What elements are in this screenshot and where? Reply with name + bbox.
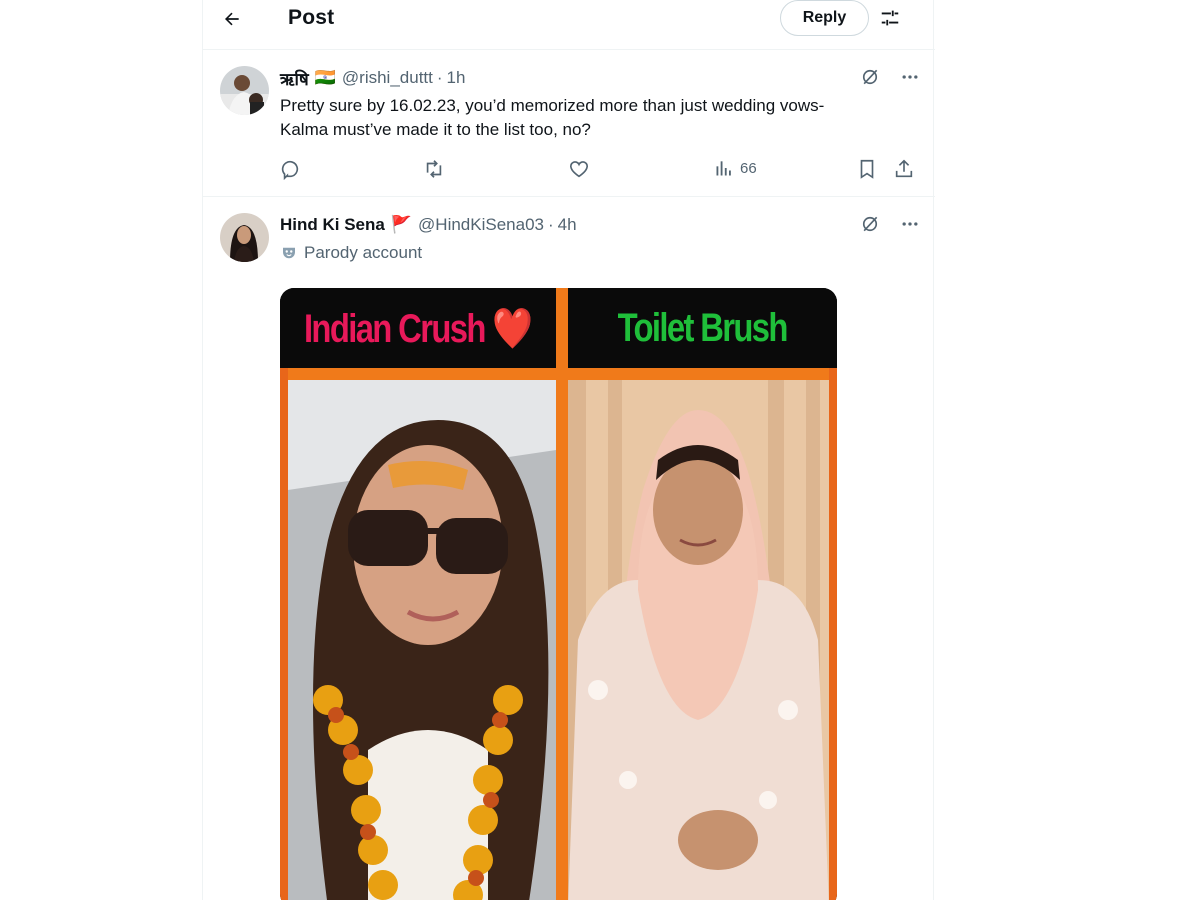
media-label-right: Toilet Brush: [568, 288, 837, 368]
grok-button[interactable]: [859, 213, 881, 235]
separator-dot: ·: [436, 68, 443, 87]
tweet[interactable]: ऋषि 🇮🇳 @rishi_duttt · 1h Pretty sure by …: [203, 52, 935, 197]
more-icon: [902, 75, 918, 79]
handle[interactable]: @HindKiSena03: [418, 215, 544, 235]
grok-icon: [862, 216, 878, 232]
views-action[interactable]: 66: [714, 158, 757, 178]
post-column: Post Reply ऋषि 🇮🇳 @rishi_duttt · 1h Pret…: [202, 0, 935, 900]
avatar[interactable]: [220, 213, 269, 262]
tweet[interactable]: Hind Ki Sena 🚩 @HindKiSena03 · 4h Parody…: [203, 199, 935, 900]
handle[interactable]: @rishi_duttt: [342, 68, 433, 88]
reply-icon: [281, 160, 299, 180]
views-count: 66: [740, 159, 757, 177]
more-button[interactable]: [899, 213, 921, 235]
like-icon: [569, 161, 589, 178]
share-action[interactable]: [893, 158, 915, 180]
timestamp[interactable]: 1h: [447, 68, 466, 88]
bookmark-action[interactable]: [856, 158, 878, 180]
display-name[interactable]: Hind Ki Sena: [280, 215, 385, 235]
back-arrow-icon: [225, 12, 239, 26]
like-action[interactable]: [568, 158, 590, 180]
right-label-text: Toilet Brush: [617, 305, 789, 350]
post-header: Post Reply: [203, 0, 935, 50]
views-icon: [716, 161, 731, 176]
tweet-text-line: Kalma must’ve made it to the list too, n…: [280, 120, 591, 139]
grok-button[interactable]: [859, 66, 881, 88]
more-button[interactable]: [899, 66, 921, 88]
parody-mask-icon: [283, 247, 295, 259]
tweet-text-line: Pretty sure by 16.02.23, you’d memorized…: [280, 96, 825, 115]
tweet-actions: 66: [280, 156, 920, 184]
flag-emoji: 🇮🇳: [314, 68, 336, 87]
grok-icon: [862, 69, 878, 85]
retweet-action[interactable]: [423, 158, 445, 180]
photo-right: [568, 380, 829, 900]
tweet-text: Pretty sure by 16.02.23, you’d memorized…: [280, 94, 900, 142]
filter-icon: [881, 10, 899, 26]
tweet-media[interactable]: Indian Crush ❤️ Toilet Brush: [280, 288, 837, 900]
frame-border: [280, 368, 288, 900]
share-icon: [895, 159, 913, 178]
separator-dot: ·: [547, 215, 554, 234]
left-label-text: Indian Crush ❤️: [304, 306, 533, 351]
tweet-meta: ऋषि 🇮🇳 @rishi_duttt · 1h: [280, 66, 921, 90]
parody-label[interactable]: Parody account: [280, 243, 422, 263]
media-label-left: Indian Crush ❤️: [280, 288, 556, 368]
more-icon: [902, 222, 918, 226]
display-name[interactable]: ऋषि: [280, 67, 309, 90]
photo-left: [288, 380, 556, 900]
bookmark-icon: [860, 159, 874, 179]
page-title: Post: [288, 6, 335, 29]
reply-button[interactable]: Reply: [780, 0, 869, 36]
frame-border: [829, 368, 837, 900]
avatar[interactable]: [220, 66, 269, 115]
filter-button[interactable]: [876, 4, 904, 32]
flag-emoji: 🚩: [390, 215, 413, 234]
tweet-meta: Hind Ki Sena 🚩 @HindKiSena03 · 4h: [280, 213, 921, 237]
parody-text: Parody account: [304, 243, 423, 262]
frame-divider: [280, 368, 837, 380]
back-button[interactable]: [217, 4, 247, 34]
reply-action[interactable]: [280, 158, 302, 180]
timestamp[interactable]: 4h: [558, 215, 577, 235]
retweet-icon: [426, 160, 442, 178]
